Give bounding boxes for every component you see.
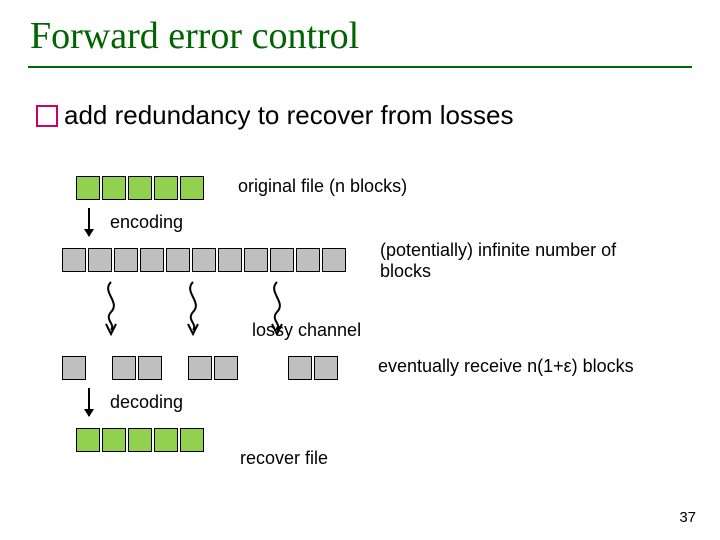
block: [102, 176, 126, 200]
block: [288, 356, 312, 380]
block: [128, 176, 152, 200]
label-decoding: decoding: [110, 392, 183, 413]
label-recover: recover file: [240, 448, 328, 469]
label-receive: eventually receive n(1+ε) blocks: [378, 356, 634, 377]
bullet-item: add redundancy to recover from losses: [36, 100, 513, 131]
squiggle-arrow-icon: [178, 280, 208, 336]
block: [244, 248, 268, 272]
row-encoded: [62, 248, 348, 272]
block: [192, 248, 216, 272]
label-encoding: encoding: [110, 212, 183, 233]
block: [140, 248, 164, 272]
gap: [88, 356, 110, 378]
block: [218, 248, 242, 272]
block: [62, 248, 86, 272]
block: [128, 428, 152, 452]
block: [270, 248, 294, 272]
gap: [264, 356, 286, 378]
block: [102, 428, 126, 452]
row-received: [62, 356, 340, 380]
block: [166, 248, 190, 272]
slide-number: 37: [679, 509, 696, 526]
label-original: original file (n blocks): [238, 176, 407, 197]
block: [180, 176, 204, 200]
block: [180, 428, 204, 452]
bullet-icon: [36, 105, 58, 127]
label-infinite: (potentially) infinite number of blocks: [380, 240, 650, 282]
block: [296, 248, 320, 272]
title-rule: [28, 66, 692, 68]
block: [154, 176, 178, 200]
row-recovered: [76, 428, 206, 452]
gap: [240, 356, 262, 378]
row-original: [76, 176, 206, 200]
bullet-text: add redundancy to recover from losses: [64, 100, 513, 131]
block: [114, 248, 138, 272]
label-lossy: lossy channel: [252, 320, 361, 341]
arrow-decoding: [88, 388, 90, 416]
block: [138, 356, 162, 380]
block: [188, 356, 212, 380]
block: [322, 248, 346, 272]
block: [214, 356, 238, 380]
gap: [164, 356, 186, 378]
block: [154, 428, 178, 452]
block: [88, 248, 112, 272]
block: [76, 176, 100, 200]
block: [314, 356, 338, 380]
arrow-encoding: [88, 208, 90, 236]
slide-title: Forward error control: [30, 14, 359, 58]
block: [112, 356, 136, 380]
block: [76, 428, 100, 452]
squiggle-arrow-icon: [96, 280, 126, 336]
block: [62, 356, 86, 380]
